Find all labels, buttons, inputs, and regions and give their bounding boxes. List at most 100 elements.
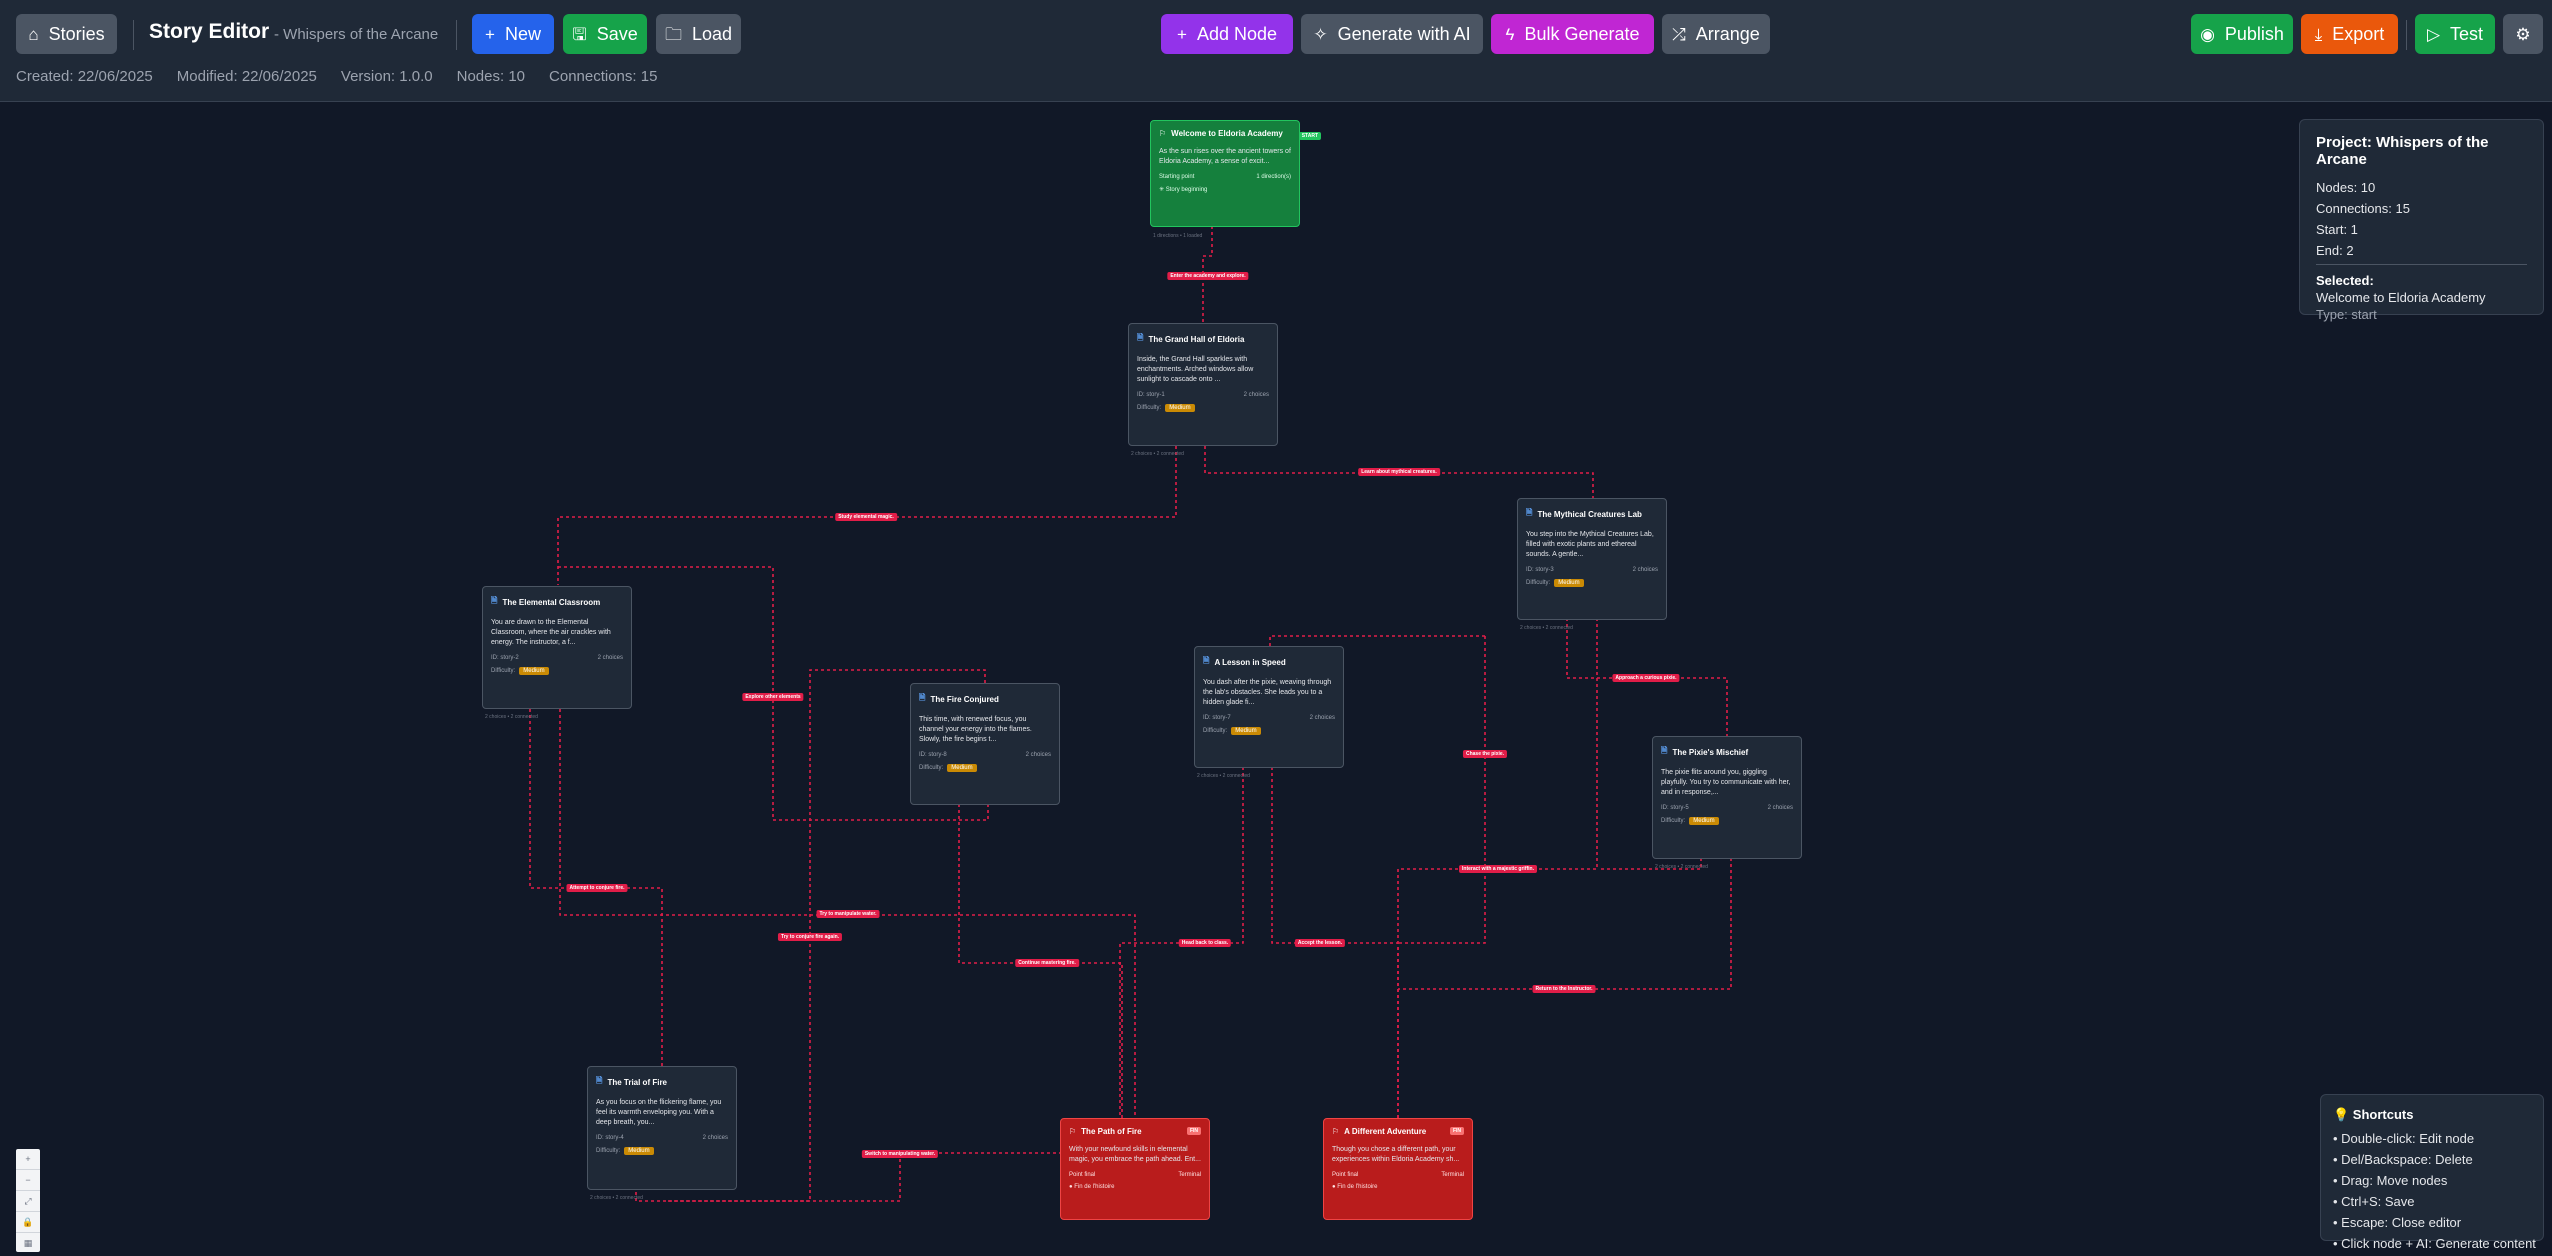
add-node-button[interactable]: + Add Node <box>1161 14 1293 54</box>
connection-label[interactable]: Head back to class. <box>1178 939 1232 947</box>
start-badge: START <box>1298 132 1321 140</box>
connection-label[interactable]: Interact with a majestic griffin. <box>1459 865 1537 873</box>
node-text: You are drawn to the Elemental Classroom… <box>491 619 611 646</box>
new-button[interactable]: + New <box>472 14 554 54</box>
connection-label[interactable]: Learn about mythical creatures. <box>1358 468 1440 476</box>
home-icon: ⌂ <box>28 24 39 44</box>
connection-line[interactable] <box>1398 636 1486 944</box>
node-title: The Elemental Classroom <box>502 597 601 607</box>
connection-label[interactable]: Return to the Instructor. <box>1532 985 1596 993</box>
shortcut-item: • Double-click: Edit node <box>2333 1131 2475 1146</box>
connection-label[interactable]: Try to conjure fire again. <box>777 933 843 941</box>
divider <box>456 20 457 50</box>
story-node-end[interactable]: FIN ⚐ The Path of Fire With your newfound… <box>1060 1118 1210 1220</box>
node-footer-left: Point final <box>1332 1172 1359 1178</box>
story-node[interactable]: 🗎 The Pixie's Mischief The pixie flits ar… <box>1652 736 1802 870</box>
connection-label[interactable]: Try to manipulate water. <box>816 910 880 918</box>
save-button[interactable]: 🖫 Save <box>563 14 647 54</box>
folder-icon: 🗀 <box>664 24 682 44</box>
story-node[interactable]: 🗎 A Lesson in Speed You dash after the pi… <box>1194 646 1344 779</box>
created-date: Created: 22/06/2025 <box>16 68 153 85</box>
project-info-panel: Project: Whispers of the Arcane Nodes: 1… <box>2299 119 2544 322</box>
node-choices: 2 choices <box>597 655 623 661</box>
node-id: ID: story-4 <box>596 1135 624 1141</box>
difficulty-label: Difficulty: <box>1526 580 1551 586</box>
story-node[interactable]: 🗎 The Elemental Classroom You are drawn t… <box>482 586 632 720</box>
eye-icon: ◉ <box>2200 24 2215 44</box>
node-id: ID: story-1 <box>1137 392 1165 398</box>
test-button[interactable]: ▷ Test <box>2415 14 2495 54</box>
connection-label[interactable]: Continue mastering fire. <box>1015 959 1079 967</box>
play-icon: ▷ <box>2426 24 2441 44</box>
node-choices: 2 choices <box>1632 567 1658 573</box>
fit-view-icon[interactable]: ⤢ <box>16 1191 40 1212</box>
node-text: Though you chose a different path, your … <box>1332 1146 1460 1163</box>
difficulty-badge: Medium <box>947 764 977 772</box>
flag-icon: ⚐ <box>1332 1127 1340 1136</box>
stories-button[interactable]: ⌂ Stories <box>16 14 117 54</box>
connection-label[interactable]: Attempt to conjure fire. <box>566 884 628 892</box>
story-canvas[interactable]: Enter the academy and explore. Learn abo… <box>0 103 2552 1256</box>
node-id: ID: story-7 <box>1203 715 1231 721</box>
node-title: The Grand Hall of Eldoria <box>1148 334 1245 344</box>
connection-label[interactable]: Accept the lesson. <box>1294 939 1346 947</box>
export-button[interactable]: ⤓ Export <box>2301 14 2398 54</box>
story-node-end[interactable]: FIN ⚐ A Different Adventure Though you ch… <box>1323 1118 1473 1220</box>
connection-label[interactable]: Explore other elements <box>742 693 804 701</box>
node-status: ● Fin de l'histoire <box>1069 1184 1115 1190</box>
connection-count: Connections: 15 <box>549 68 658 85</box>
node-footer-right: 1 direction(s) <box>1256 174 1291 180</box>
toolbar: ⌂ Stories Story Editor - Whispers of the … <box>0 0 2552 102</box>
node-id: ID: story-3 <box>1526 567 1554 573</box>
publish-label: Publish <box>2224 23 2284 44</box>
zoom-in-icon[interactable]: + <box>16 1149 40 1170</box>
project-start: Start: 1 <box>2316 222 2358 237</box>
divider <box>133 20 134 50</box>
connection-label[interactable]: Chase the pixie. <box>1462 750 1508 758</box>
document-icon: 🗎 <box>1203 656 1210 665</box>
settings-button[interactable]: ⚙ <box>2503 14 2543 54</box>
shortcut-item: • Drag: Move nodes <box>2333 1173 2448 1188</box>
shortcut-item: • Ctrl+S: Save <box>2333 1194 2415 1209</box>
story-node[interactable]: 🗎 The Grand Hall of Eldoria Inside, the G… <box>1128 323 1278 457</box>
zoom-out-icon[interactable]: − <box>16 1170 40 1191</box>
load-label: Load <box>691 23 733 44</box>
flag-icon: ⚐ <box>1159 129 1167 138</box>
difficulty-badge: Medium <box>519 667 549 675</box>
connection-label[interactable]: Enter the academy and explore. <box>1167 272 1249 280</box>
add-node-label: Add Node <box>1196 23 1277 44</box>
minimap-icon[interactable]: ▦ <box>16 1233 40 1253</box>
node-subtext: 2 choices • 2 connected <box>1520 625 1573 631</box>
connection-label[interactable]: Study elemental magic. <box>835 513 897 521</box>
lock-icon[interactable]: 🔒 <box>16 1212 40 1233</box>
publish-button[interactable]: ◉ Publish <box>2191 14 2293 54</box>
load-button[interactable]: 🗀 Load <box>656 14 741 54</box>
node-choices: 2 choices <box>1767 805 1793 811</box>
connection-label[interactable]: Approach a curious pixie. <box>1612 674 1680 682</box>
connection-line[interactable] <box>1269 635 1485 646</box>
story-node[interactable]: 🗎 The Fire Conjured This time, with renew… <box>910 683 1060 805</box>
node-count: Nodes: 10 <box>456 68 526 85</box>
node-text: This time, with renewed focus, you chann… <box>919 716 1032 743</box>
generate-ai-button[interactable]: ✧ Generate with AI <box>1301 14 1483 54</box>
node-text: The pixie flits around you, giggling pla… <box>1661 769 1791 796</box>
modified-date: Modified: 22/06/2025 <box>176 68 317 85</box>
node-text: With your newfound skills in elemental m… <box>1069 1146 1201 1163</box>
node-text: Inside, the Grand Hall sparkles with enc… <box>1137 356 1254 383</box>
shortcut-item: • Escape: Close editor <box>2333 1215 2462 1230</box>
story-node[interactable]: 🗎 The Trial of Fire As you focus on the f… <box>587 1066 737 1201</box>
connection-line[interactable] <box>1398 858 1732 990</box>
story-node-start[interactable]: START ⚐ Welcome to Eldoria Academy As the… <box>1150 120 1321 239</box>
bulk-generate-button[interactable]: ϟ Bulk Generate <box>1491 14 1654 54</box>
node-subtext: 1 directions • 1 loaded <box>1153 233 1203 239</box>
connection-label[interactable]: Switch to manipulating water. <box>861 1150 939 1158</box>
node-text: You step into the Mythical Creatures Lab… <box>1526 531 1654 558</box>
test-label: Test <box>2450 23 2484 44</box>
node-footer-right: Terminal <box>1441 1172 1464 1178</box>
arrange-button[interactable]: ⤮ Arrange <box>1662 14 1770 54</box>
node-id: ID: story-8 <box>919 752 947 758</box>
story-node[interactable]: 🗎 The Mythical Creatures Lab You step int… <box>1517 498 1667 631</box>
shortcut-item: • Del/Backspace: Delete <box>2333 1152 2473 1167</box>
node-id: ID: story-2 <box>491 655 519 661</box>
project-end: End: 2 <box>2316 243 2354 258</box>
